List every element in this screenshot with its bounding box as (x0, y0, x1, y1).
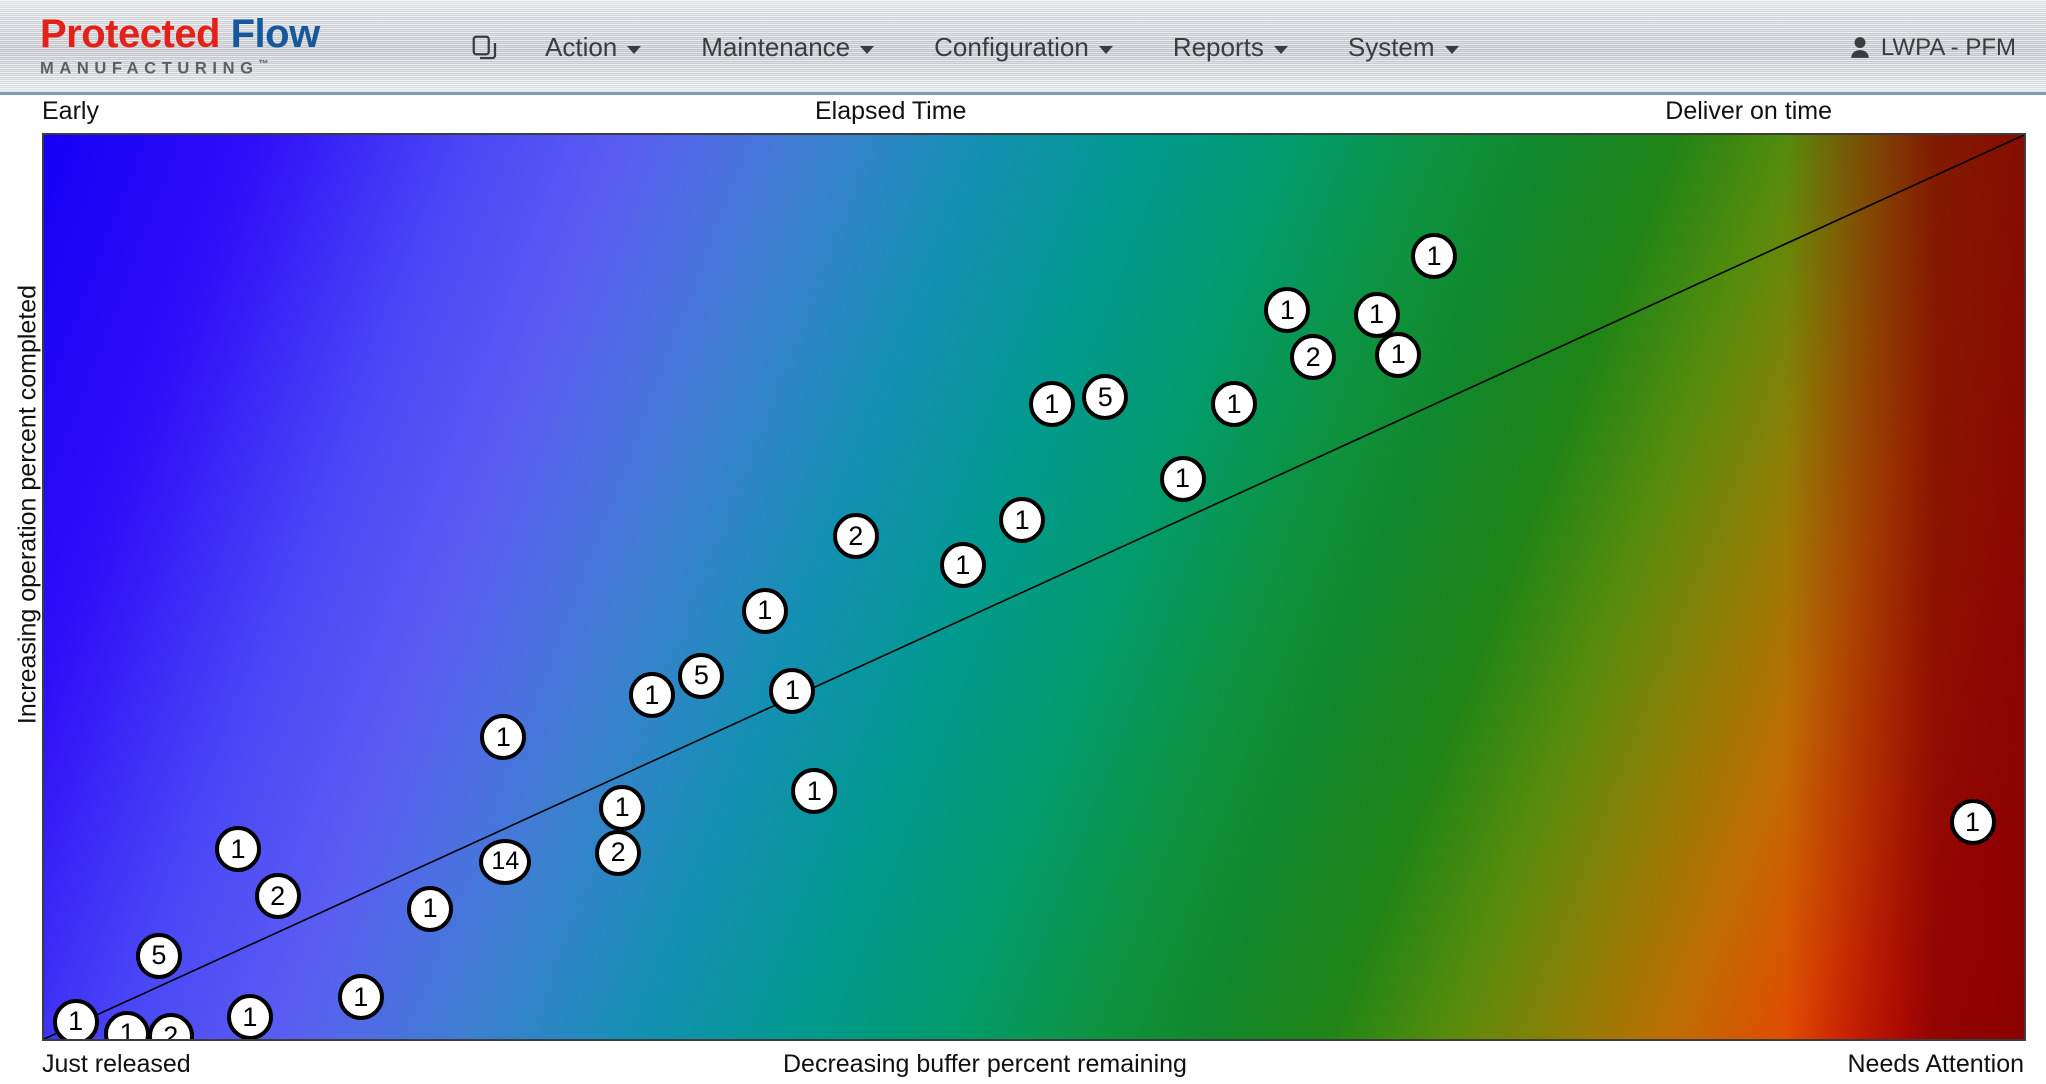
data-point-bubble[interactable]: 2 (254, 873, 301, 920)
nav-item-maintenance-label: Maintenance (701, 32, 851, 62)
logo-tagline-text: MANUFACTURING (40, 59, 259, 78)
data-point-bubble[interactable]: 1 (480, 714, 527, 761)
data-point-bubble[interactable]: 1 (215, 826, 262, 873)
data-point-bubble[interactable]: 1 (1375, 331, 1422, 378)
data-point-bubble[interactable]: 1 (1410, 233, 1457, 280)
logo-wordmark: Protected Flow (40, 13, 390, 55)
nav-item-action-label: Action (545, 32, 618, 62)
app-header: Protected Flow MANUFACTURING™ Action Mai… (0, 0, 2046, 95)
data-point-bubble[interactable]: 5 (678, 652, 725, 699)
data-point-bubble[interactable]: 1 (226, 994, 273, 1039)
logo-word-protected: Protected (40, 12, 221, 57)
nav-item-system[interactable]: System (1318, 0, 1489, 95)
data-point-bubble[interactable]: 1 (1949, 799, 1996, 846)
user-icon (1851, 36, 1869, 58)
brand-logo: Protected Flow MANUFACTURING™ (40, 10, 390, 82)
chart-label-top-left: Early (42, 97, 99, 125)
chevron-down-icon (1273, 45, 1288, 54)
chevron-down-icon (1444, 45, 1459, 54)
main-navigation: Action Maintenance Configuration Reports… (455, 0, 1489, 95)
nav-item-configuration-label: Configuration (934, 32, 1089, 62)
data-point-bubble[interactable]: 1 (1159, 455, 1206, 502)
data-point-bubble[interactable]: 2 (595, 829, 642, 876)
chart-y-axis-label: Increasing operation percent completed (13, 284, 42, 725)
data-point-bubble[interactable]: 1 (791, 768, 838, 815)
data-point-bubble[interactable]: 1 (337, 974, 384, 1021)
nav-item-reports[interactable]: Reports (1143, 0, 1318, 95)
data-point-bubble[interactable]: 14 (479, 838, 532, 885)
chart-label-bottom-left: Just released (42, 1050, 191, 1078)
data-point-bubble[interactable]: 1 (741, 587, 788, 634)
chevron-down-icon (1098, 45, 1113, 54)
data-point-bubble[interactable]: 2 (1290, 334, 1337, 381)
nav-item-maintenance[interactable]: Maintenance (671, 0, 904, 95)
copy-pages-icon[interactable] (455, 0, 515, 95)
nav-item-configuration[interactable]: Configuration (904, 0, 1143, 95)
data-point-bubble[interactable]: 2 (832, 513, 879, 560)
nav-item-action[interactable]: Action (515, 0, 671, 95)
data-point-bubble[interactable]: 1 (1028, 381, 1075, 428)
data-point-bubble[interactable]: 1 (1353, 291, 1400, 338)
chart-label-bottom-right: Needs Attention (1847, 1050, 2024, 1078)
user-menu[interactable]: LWPA - PFM (1849, 0, 2016, 95)
data-point-bubble[interactable]: 1 (769, 667, 816, 714)
chevron-down-icon (627, 45, 642, 54)
nav-item-system-label: System (1347, 32, 1435, 62)
chart-x-axis-label: Decreasing buffer percent remaining (783, 1050, 1187, 1078)
data-point-bubble[interactable]: 1 (52, 998, 99, 1039)
chart-label-top-center: Elapsed Time (815, 97, 967, 125)
logo-tagline: MANUFACTURING™ (40, 55, 390, 79)
data-point-bubble[interactable]: 1 (407, 885, 454, 932)
data-point-bubble[interactable]: 1 (939, 542, 986, 589)
logo-trademark: ™ (258, 59, 275, 71)
buffer-status-scatter-plot[interactable]: 1 1 2 5 1 2 1 1 1 14 1 1 2 1 5 1 1 1 2 1 1 1 5 1 1 2 1 1 1 1 1 (42, 133, 2026, 1041)
logo-word-flow: Flow (230, 12, 321, 57)
data-point-bubble[interactable]: 1 (999, 497, 1046, 544)
data-point-bubble[interactable]: 5 (135, 932, 182, 979)
data-point-bubble[interactable]: 1 (1264, 287, 1311, 334)
chevron-down-icon (860, 45, 875, 54)
data-point-bubble[interactable]: 1 (599, 784, 646, 831)
data-point-bubble[interactable]: 5 (1082, 374, 1129, 421)
data-point-bubble[interactable]: 1 (628, 672, 675, 719)
chart-label-top-right: Deliver on time (1665, 97, 1832, 125)
on-time-reference-line (44, 135, 2024, 1039)
nav-item-reports-label: Reports (1172, 32, 1264, 62)
user-menu-label: LWPA - PFM (1880, 33, 2016, 61)
data-point-bubble[interactable]: 1 (1210, 381, 1257, 428)
